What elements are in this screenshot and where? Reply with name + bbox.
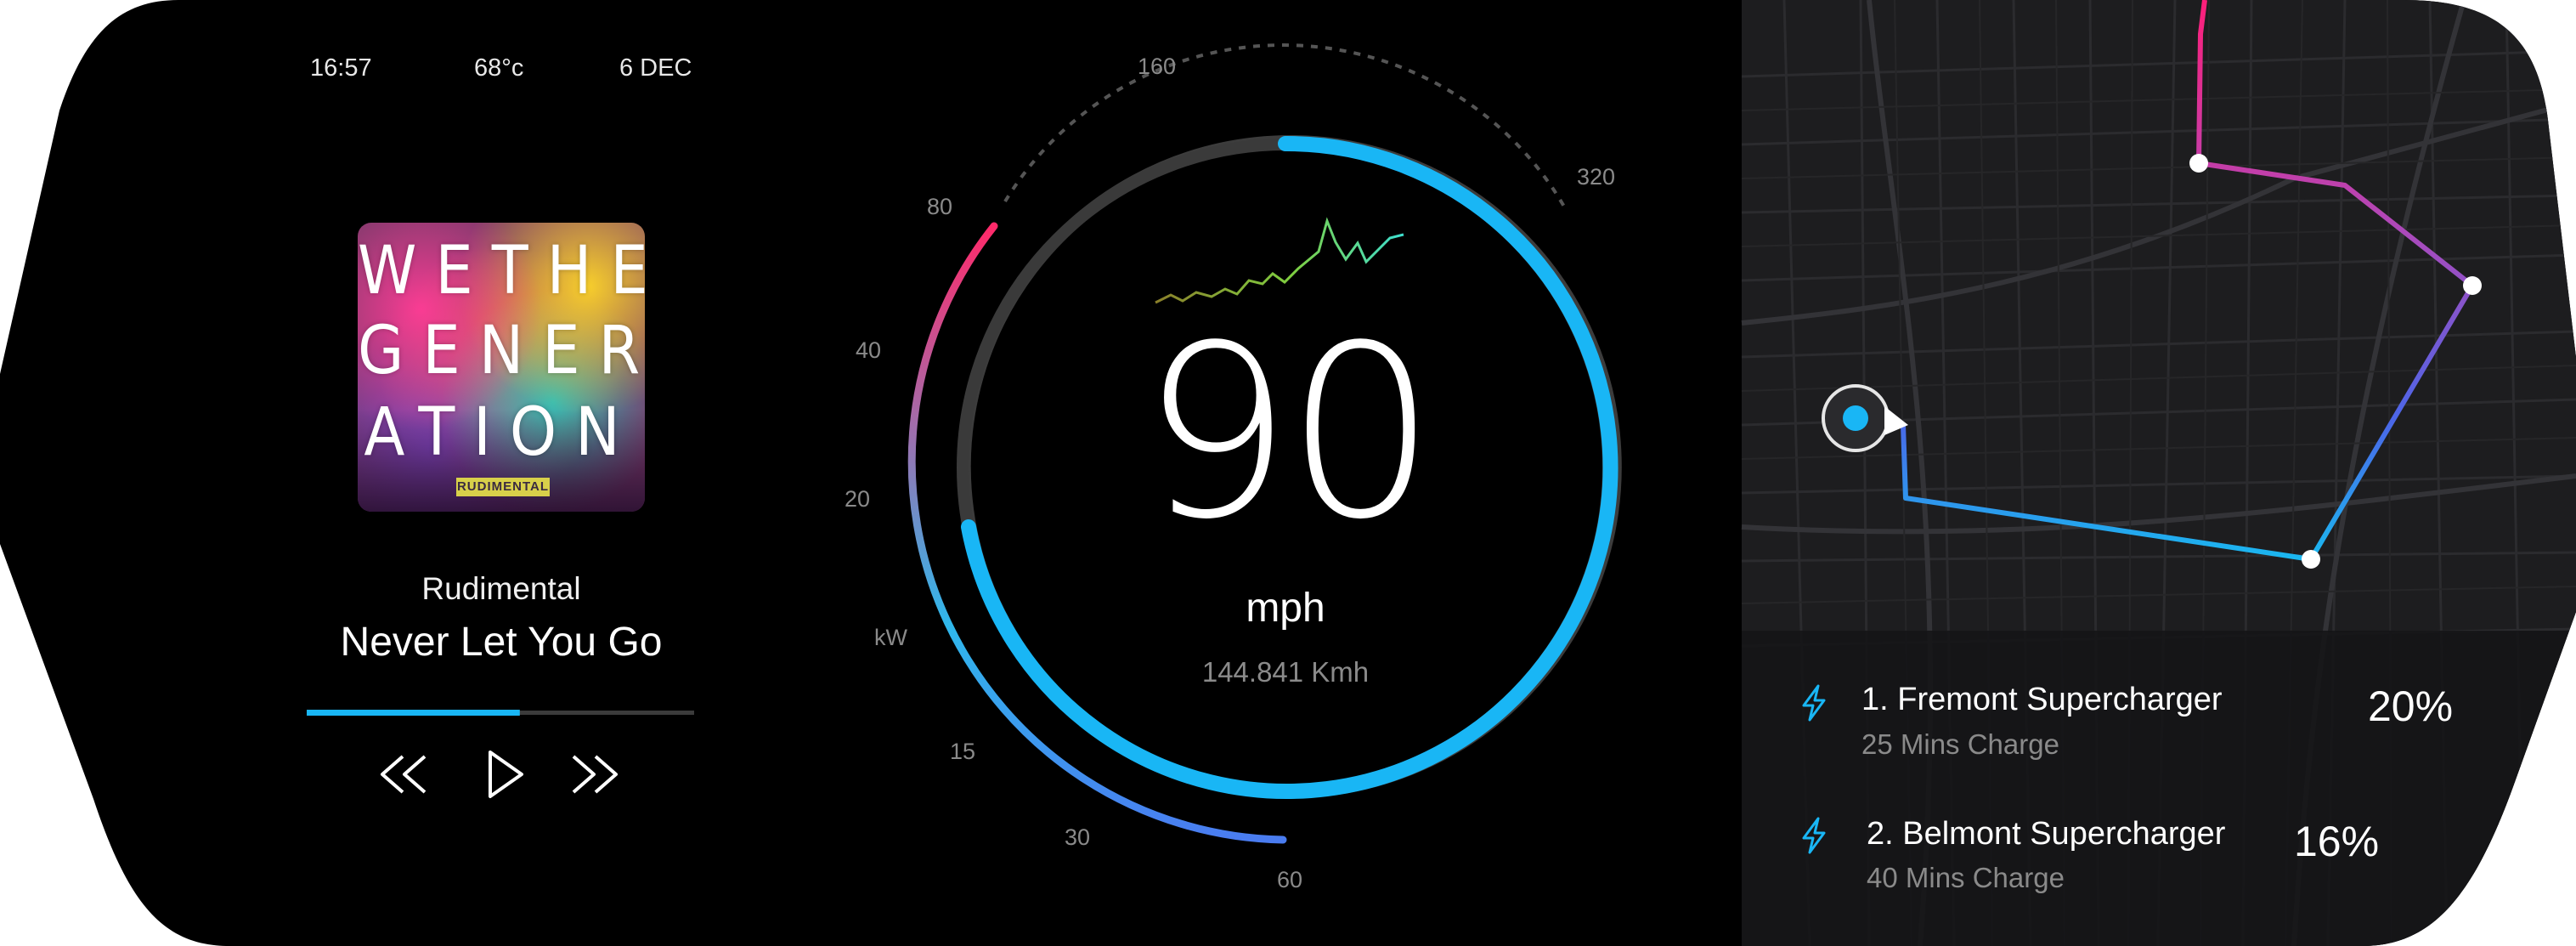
station-charge-percent: 16% [2294, 818, 2380, 865]
speed-unit: mph [1246, 586, 1325, 631]
album-art-line: ATION [364, 394, 639, 471]
speed-scale-label: 320 [1577, 164, 1616, 190]
speed-kmh: 144.841 Kmh [1201, 656, 1370, 688]
lightning-icon [1802, 684, 1826, 722]
power-scale-label: 60 [1277, 867, 1303, 892]
route-waypoint[interactable] [2189, 154, 2208, 173]
speed-scale-label: 160 [1138, 54, 1177, 79]
rewind-icon[interactable] [377, 753, 430, 796]
lightning-icon [1802, 817, 1826, 854]
station-charge-percent: 20% [2368, 683, 2454, 730]
station-panel [1742, 631, 2576, 946]
station-name: 1. Fremont Supercharger [1861, 682, 2223, 717]
map[interactable] [1741, 0, 2576, 946]
power-unit: kW [874, 625, 907, 650]
station-charge-time: 40 Mins Charge [1867, 862, 2065, 893]
power-scale-label: 80 [927, 194, 953, 219]
date: 6 DEC [619, 54, 692, 82]
temperature: 68°c [474, 54, 524, 82]
route-waypoint[interactable] [2302, 550, 2320, 569]
power-scale-label: 20 [845, 486, 871, 512]
clock-time: 16:57 [310, 54, 372, 82]
power-scale-label: 15 [950, 739, 976, 764]
album-art-line: GENER [358, 313, 645, 389]
play-icon[interactable] [486, 749, 525, 800]
fast-forward-icon[interactable] [568, 753, 621, 796]
track-title: Never Let You Go [340, 620, 663, 665]
album-art-line: WETHE [358, 233, 645, 309]
power-scale-label: 30 [1065, 824, 1091, 850]
power-scale-label: 40 [856, 337, 882, 363]
station-charge-time: 25 Mins Charge [1861, 728, 2059, 760]
artist-name: Rudimental [421, 571, 581, 606]
speed-value: 90 [1140, 295, 1437, 572]
station-name: 2. Belmont Supercharger [1867, 816, 2226, 852]
album-art[interactable]: WETHE GENER ATION RUDIMENTAL [358, 223, 645, 512]
music-progress-fill [307, 710, 520, 716]
album-art-band-tag: RUDIMENTAL [456, 478, 550, 496]
route-waypoint[interactable] [2463, 276, 2482, 295]
